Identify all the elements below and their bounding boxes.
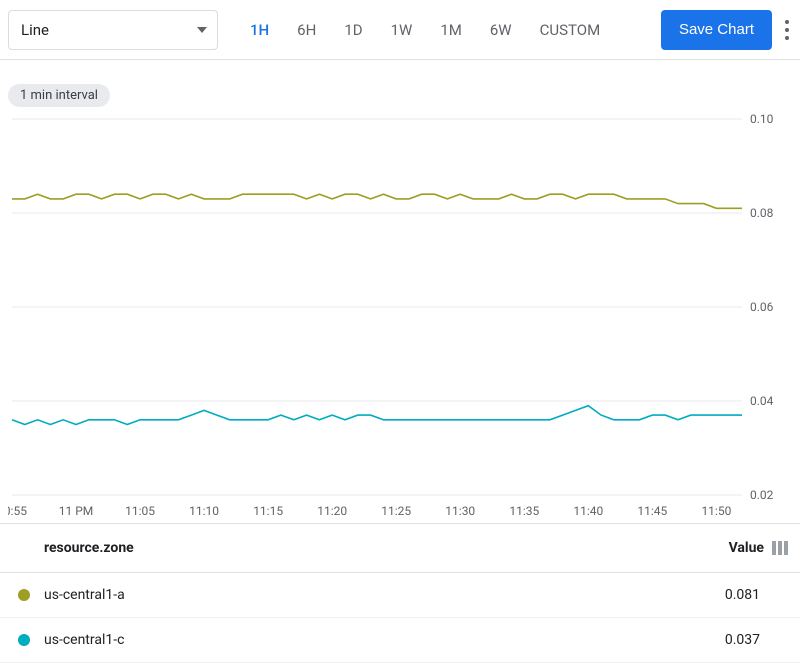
svg-text:0.04: 0.04 [750, 394, 774, 408]
chart-area: 1 min interval 0.02 0.04 0.06 0.08 0.10 10:55… [0, 60, 800, 523]
series-swatch [18, 589, 30, 601]
svg-text:11 PM: 11 PM [59, 504, 94, 518]
interval-badge: 1 min interval [8, 84, 110, 107]
svg-text:11:05: 11:05 [125, 504, 155, 518]
time-range-6h[interactable]: 6H [283, 13, 330, 47]
time-range-custom[interactable]: CUSTOM [526, 13, 615, 47]
legend-header: resource.zone Value [0, 523, 800, 573]
svg-text:0.02: 0.02 [750, 488, 774, 502]
svg-text:0.10: 0.10 [750, 113, 774, 126]
legend-row[interactable]: us-central1-a 0.081 [0, 573, 800, 618]
time-range-1m[interactable]: 1M [426, 13, 476, 47]
toolbar: Line 1H6H1D1W1M6WCUSTOM Save Chart [0, 0, 800, 60]
svg-text:0.08: 0.08 [750, 206, 774, 220]
svg-text:11:25: 11:25 [381, 504, 411, 518]
line-chart: 0.02 0.04 0.06 0.08 0.10 10:55 11 PM 11:05 11:10… [8, 113, 792, 523]
legend-header-value: Value [729, 540, 764, 556]
svg-text:11:35: 11:35 [509, 504, 539, 518]
svg-text:11:10: 11:10 [189, 504, 219, 518]
svg-text:11:20: 11:20 [317, 504, 347, 518]
legend-row-name: us-central1-c [44, 632, 124, 648]
legend-row-name: us-central1-a [44, 587, 125, 603]
legend-row-value: 0.081 [725, 587, 788, 603]
svg-text:11:50: 11:50 [701, 504, 731, 518]
columns-icon[interactable] [772, 541, 788, 555]
legend-row-value: 0.037 [725, 632, 788, 648]
time-range-1w[interactable]: 1W [377, 13, 427, 47]
save-chart-button[interactable]: Save Chart [661, 10, 772, 50]
chart-type-select[interactable]: Line [8, 10, 218, 50]
series-swatch [18, 634, 30, 646]
svg-text:11:15: 11:15 [253, 504, 283, 518]
svg-text:11:40: 11:40 [573, 504, 603, 518]
time-range-6w[interactable]: 6W [476, 13, 526, 47]
svg-text:11:45: 11:45 [637, 504, 667, 518]
svg-text:10:55: 10:55 [8, 504, 27, 518]
chevron-down-icon [197, 27, 207, 33]
time-range-group: 1H6H1D1W1M6WCUSTOM [236, 13, 614, 47]
chart-type-value: Line [21, 21, 49, 39]
legend-header-name: resource.zone [44, 540, 134, 556]
svg-text:0.06: 0.06 [750, 300, 774, 314]
svg-text:11:30: 11:30 [445, 504, 475, 518]
time-range-1d[interactable]: 1D [330, 13, 376, 47]
more-menu-icon[interactable] [782, 10, 792, 50]
legend-row[interactable]: us-central1-c 0.037 [0, 618, 800, 663]
time-range-1h[interactable]: 1H [236, 13, 283, 47]
